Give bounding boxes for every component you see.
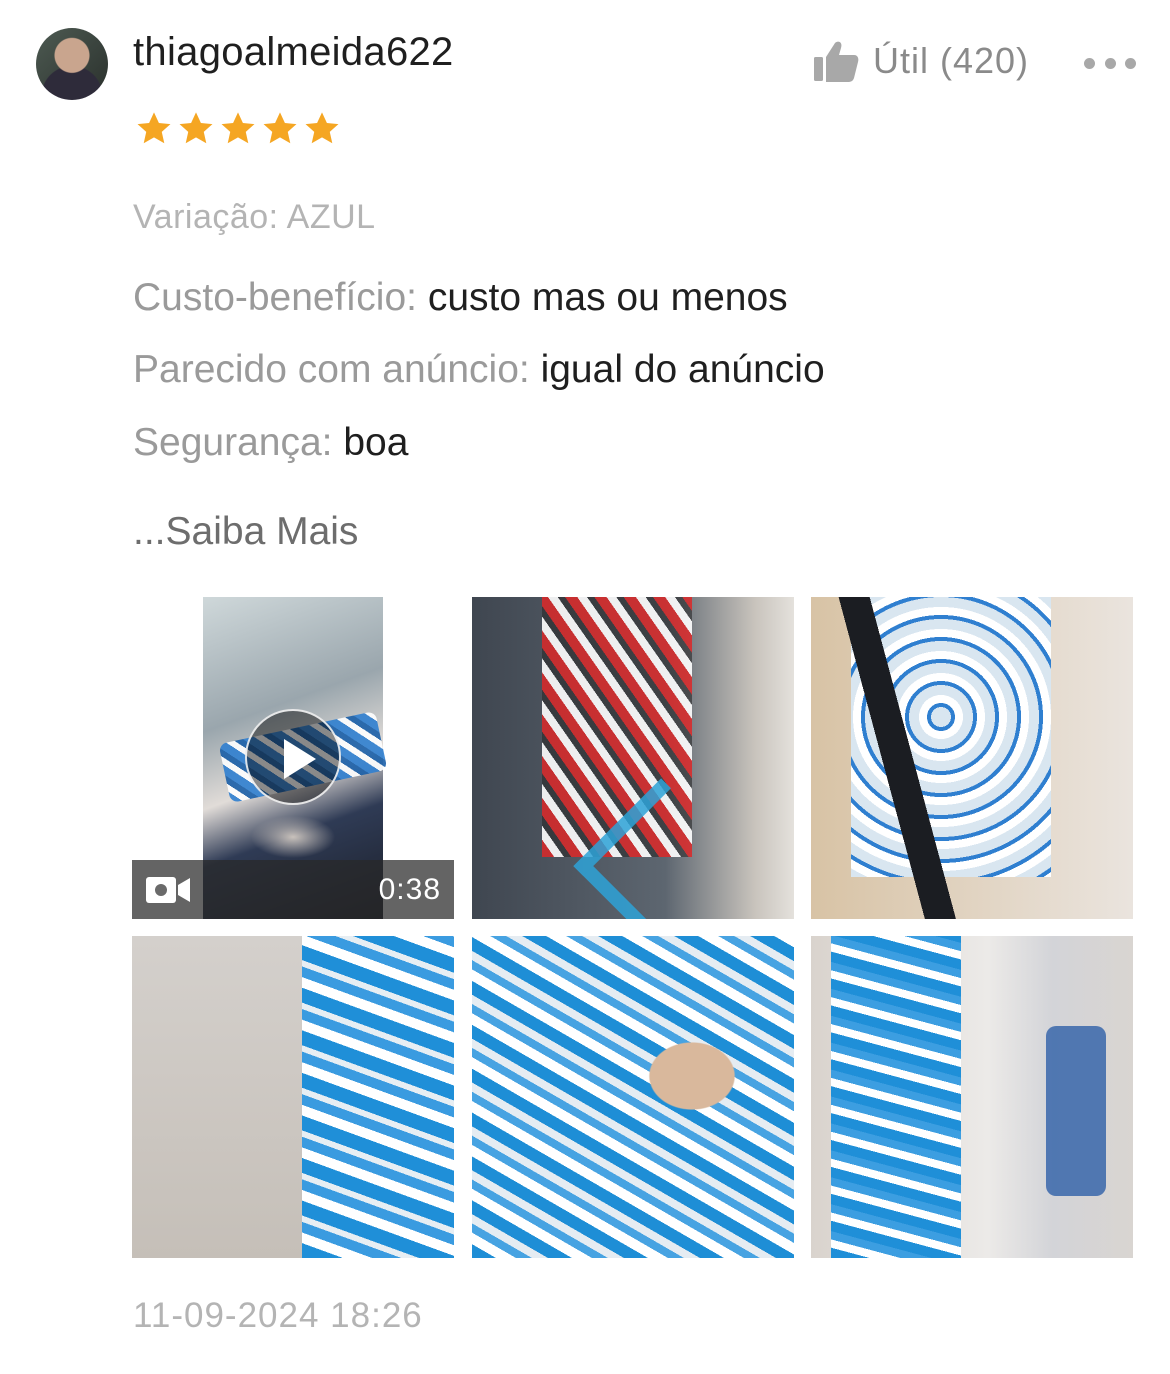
helpful-count: Útil (420) [873,40,1030,81]
more-dots-icon[interactable] [1084,54,1136,72]
user-avatar[interactable] [36,28,108,100]
review-photo[interactable] [472,936,794,1258]
attribute-value: custo mas ou menos [427,276,788,319]
helpful-button[interactable]: Útil (420) [813,40,1029,82]
review-photo[interactable] [472,597,794,919]
username[interactable]: thiagoalmeida622 [133,30,454,75]
play-icon[interactable] [245,709,341,805]
star-rating [135,110,341,148]
attribute-row-safety: Segurança: boa [133,421,408,465]
review-date: 11-09-2024 18:26 [133,1296,423,1335]
review-photo[interactable] [811,597,1133,919]
attribute-value: igual do anúncio [540,348,825,391]
star-icon [221,112,255,144]
attribute-row-similarity: Parecido com anúncio: igual do anúncio [133,348,825,392]
star-icon [137,112,171,144]
thumbs-up-icon [814,41,859,82]
review-photo[interactable] [811,936,1133,1258]
star-icon [179,112,213,144]
variation-label: Variação: AZUL [133,198,376,236]
attribute-key: Custo-benefício: [133,276,417,319]
attribute-key: Parecido com anúncio: [133,348,530,391]
attribute-value: boa [343,421,409,464]
attribute-row-value: Custo-benefício: custo mas ou menos [133,276,788,320]
video-info-bar: 0:38 [132,860,454,919]
video-camera-icon [146,876,190,903]
star-icon [263,112,297,144]
attribute-key: Segurança: [133,421,333,464]
review-photo[interactable] [132,936,454,1258]
read-more-link[interactable]: ...Saiba Mais [133,510,358,554]
review-video-thumbnail[interactable]: 0:38 [132,597,454,919]
star-icon [305,112,339,144]
video-duration: 0:38 [378,872,441,906]
